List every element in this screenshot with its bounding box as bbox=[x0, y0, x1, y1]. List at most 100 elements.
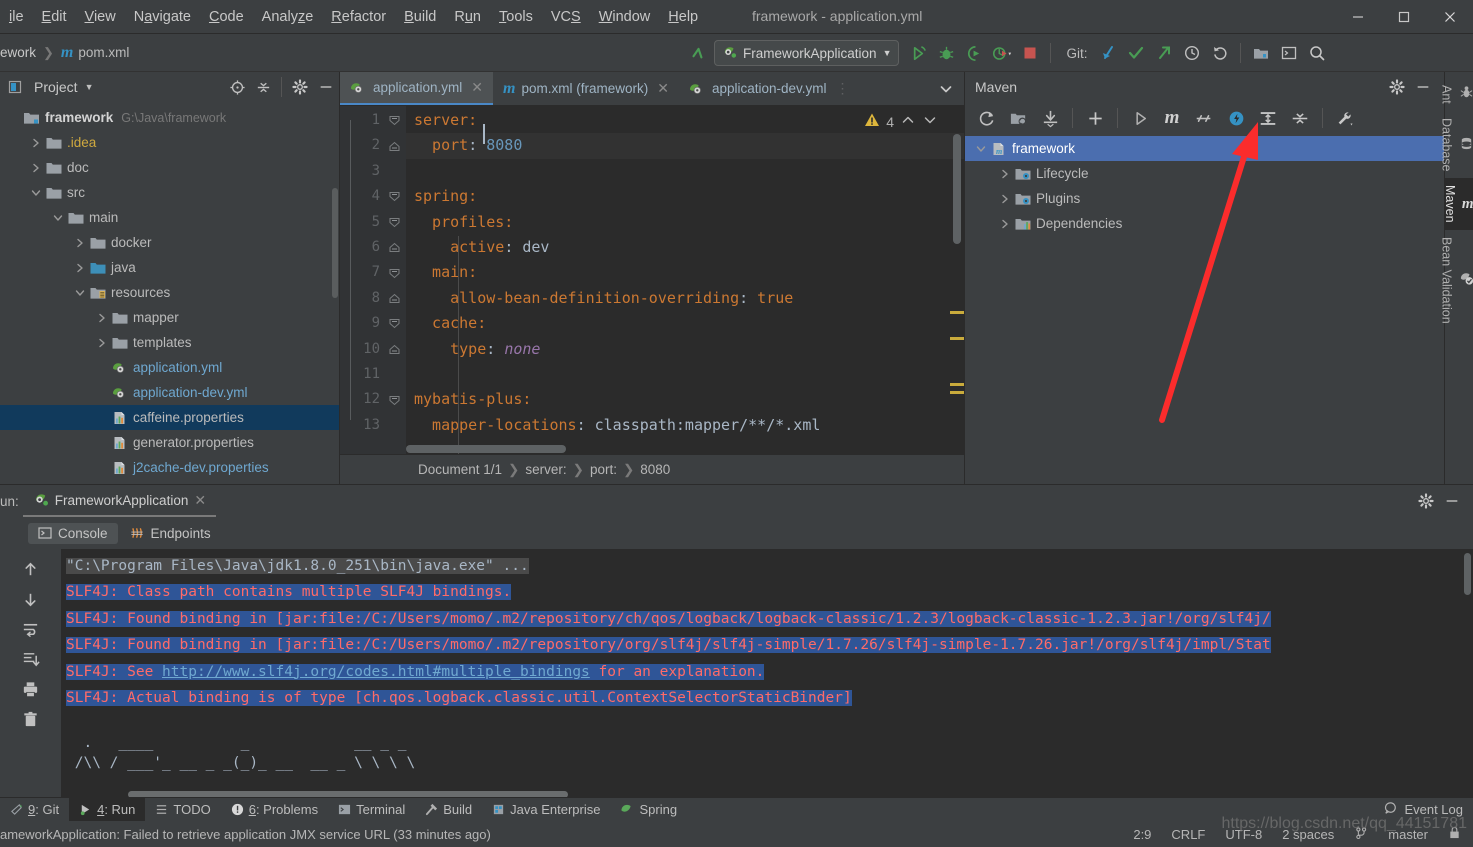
run-button[interactable] bbox=[905, 40, 931, 66]
terminal-icon[interactable] bbox=[1276, 40, 1302, 66]
toggle-skip-tests-icon[interactable] bbox=[1189, 105, 1219, 131]
collapse-all-icon[interactable] bbox=[1285, 105, 1315, 131]
menu-item-build[interactable]: Build bbox=[395, 7, 445, 27]
right-tool-tab-bean-validation[interactable]: Bean Validation bbox=[1440, 230, 1473, 331]
tree-expand-arrow-icon[interactable] bbox=[94, 338, 110, 348]
rollback-icon[interactable] bbox=[1207, 40, 1233, 66]
caret-position[interactable]: 2:9 bbox=[1133, 827, 1151, 842]
menu-item-vcs[interactable]: VCS bbox=[542, 7, 590, 27]
editor-horizontal-scrollbar[interactable] bbox=[406, 445, 566, 453]
close-icon[interactable]: ✕ bbox=[471, 79, 483, 96]
editor-breadcrumb-item[interactable]: server: bbox=[525, 462, 566, 477]
tree-expand-arrow-icon[interactable] bbox=[28, 188, 44, 198]
locate-icon[interactable] bbox=[224, 74, 250, 100]
menu-item-tools[interactable]: Tools bbox=[490, 7, 542, 27]
scroll-to-end-icon[interactable] bbox=[17, 645, 45, 673]
fold-end-icon[interactable] bbox=[386, 286, 402, 311]
run-configuration-selector[interactable]: FrameworkApplication ▼ bbox=[714, 40, 900, 66]
tree-expand-arrow-icon[interactable] bbox=[28, 163, 44, 173]
code-line[interactable]: mybatis-plus: bbox=[406, 387, 964, 412]
project-tree-item-application-dev-yml[interactable]: application-dev.yml bbox=[0, 380, 339, 405]
git-branch-icon[interactable] bbox=[1354, 826, 1368, 843]
tree-expand-arrow-icon[interactable] bbox=[997, 219, 1013, 229]
fold-expanded-icon[interactable] bbox=[386, 260, 402, 285]
line-separator[interactable]: CRLF bbox=[1171, 827, 1205, 842]
breadcrumb-project[interactable]: ework bbox=[0, 45, 36, 60]
event-log-area[interactable]: Event Log bbox=[1383, 801, 1473, 819]
chevron-down-icon[interactable] bbox=[928, 72, 964, 105]
fold-expanded-icon[interactable] bbox=[386, 387, 402, 412]
hide-icon[interactable] bbox=[1439, 488, 1465, 514]
settings-icon[interactable] bbox=[1384, 74, 1410, 100]
tree-expand-arrow-icon[interactable] bbox=[997, 194, 1013, 204]
tree-expand-arrow-icon[interactable] bbox=[72, 263, 88, 273]
close-icon[interactable] bbox=[1427, 0, 1473, 34]
project-tree-item-generator-properties[interactable]: generator.properties bbox=[0, 430, 339, 455]
status-message[interactable]: ameworkApplication: Failed to retrieve a… bbox=[0, 827, 491, 842]
settings-icon[interactable] bbox=[1413, 488, 1439, 514]
navbar-arrow-icon[interactable] bbox=[686, 40, 712, 66]
project-tree-item-framework[interactable]: framework G:\Java\framework bbox=[0, 105, 339, 130]
code-line[interactable]: active: dev bbox=[406, 235, 964, 260]
maven-tree-item-framework[interactable]: m framework bbox=[965, 136, 1444, 161]
branch-name[interactable]: master bbox=[1388, 827, 1428, 842]
soft-wrap-icon[interactable] bbox=[17, 615, 45, 643]
right-tool-tab-database[interactable]: Database bbox=[1440, 111, 1473, 179]
maven-tree-item-lifecycle[interactable]: Lifecycle bbox=[965, 161, 1444, 186]
menu-item-run[interactable]: Run bbox=[445, 7, 490, 27]
menu-item-file[interactable]: ile bbox=[0, 7, 33, 27]
menu-item-view[interactable]: View bbox=[76, 7, 125, 27]
editor-tab-application-dev-yml[interactable]: application-dev.yml ⋮ bbox=[679, 72, 860, 105]
search-everywhere-icon[interactable] bbox=[1304, 40, 1330, 66]
hide-icon[interactable] bbox=[313, 74, 339, 100]
project-tree-item-docker[interactable]: docker bbox=[0, 230, 339, 255]
code-line[interactable] bbox=[406, 362, 964, 387]
tool-window-button-6--problems[interactable]: 6: Problems bbox=[221, 798, 328, 822]
close-icon[interactable]: ✕ bbox=[657, 80, 669, 97]
menu-item-window[interactable]: Window bbox=[590, 7, 660, 27]
project-tree-item-j2cache-dev-properties[interactable]: j2cache-dev.properties bbox=[0, 455, 339, 480]
editor-vertical-scrollbar[interactable] bbox=[953, 134, 961, 244]
fold-expanded-icon[interactable] bbox=[386, 311, 402, 336]
tree-expand-arrow-icon[interactable] bbox=[973, 144, 989, 154]
editor-text[interactable]: server: port: 8080 spring: profiles: act… bbox=[406, 106, 964, 454]
code-line[interactable]: mapper-locations: classpath:mapper/**/*.… bbox=[406, 413, 964, 438]
tree-expand-arrow-icon[interactable] bbox=[997, 169, 1013, 179]
menu-item-code[interactable]: Code bbox=[200, 7, 253, 27]
download-sources-icon[interactable] bbox=[1035, 105, 1065, 131]
stop-button[interactable] bbox=[1017, 40, 1043, 66]
generate-sources-icon[interactable] bbox=[1003, 105, 1033, 131]
up-icon[interactable] bbox=[17, 555, 45, 583]
tree-expand-arrow-icon[interactable] bbox=[50, 213, 66, 223]
fold-end-icon[interactable] bbox=[386, 133, 402, 158]
next-highlight-icon[interactable] bbox=[922, 112, 938, 131]
tree-expand-arrow-icon[interactable] bbox=[94, 313, 110, 323]
reload-icon[interactable] bbox=[971, 105, 1001, 131]
run-subtab-console[interactable]: Console bbox=[28, 522, 118, 544]
editor-marker-warning[interactable] bbox=[950, 337, 964, 340]
editor-tab-application-yml[interactable]: application.yml ✕ bbox=[340, 72, 494, 105]
execute-maven-goal-icon[interactable]: m bbox=[1157, 105, 1187, 131]
maven-tree-item-plugins[interactable]: Plugins bbox=[965, 186, 1444, 211]
editor-breadcrumb-item[interactable]: 8080 bbox=[640, 462, 670, 477]
tool-window-button-4--run[interactable]: 4: Run bbox=[69, 797, 146, 822]
history-icon[interactable] bbox=[1179, 40, 1205, 66]
tree-expand-arrow-icon[interactable] bbox=[72, 288, 88, 298]
menu-item-edit[interactable]: Edit bbox=[33, 7, 76, 27]
editor-gutter[interactable]: 1 2 3 4 5 6 7 8 9 10 11 12 13 bbox=[340, 106, 406, 454]
editor-breadcrumb-item[interactable]: port: bbox=[590, 462, 617, 477]
project-scrollbar[interactable] bbox=[332, 188, 338, 298]
run-with-coverage-button[interactable] bbox=[961, 40, 987, 66]
editor-breadcrumb-item[interactable]: Document 1/1 bbox=[418, 462, 502, 477]
close-icon[interactable]: ✕ bbox=[194, 492, 206, 509]
file-encoding[interactable]: UTF-8 bbox=[1225, 827, 1262, 842]
minimize-icon[interactable] bbox=[1335, 0, 1381, 34]
run-tab-frameworkapplication[interactable]: FrameworkApplication ✕ bbox=[22, 485, 217, 517]
lock-icon[interactable] bbox=[1448, 826, 1461, 842]
event-log-label[interactable]: Event Log bbox=[1404, 802, 1463, 817]
code-line[interactable]: profiles: bbox=[406, 210, 964, 235]
tool-window-button-build[interactable]: Build bbox=[415, 798, 482, 822]
console-link[interactable]: http://www.slf4j.org/codes.html#multiple… bbox=[162, 664, 590, 680]
profile-button[interactable] bbox=[989, 40, 1015, 66]
hide-icon[interactable] bbox=[1410, 74, 1436, 100]
